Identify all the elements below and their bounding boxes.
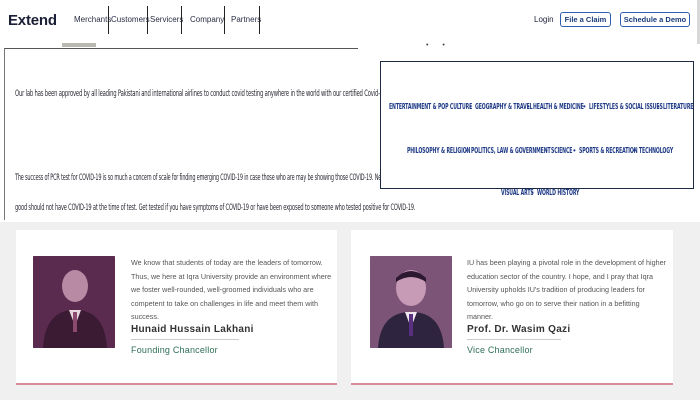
- category-separator: •: [633, 146, 636, 155]
- nav-link-company[interactable]: Company: [190, 15, 224, 24]
- leader-quote: We know that students of today are the l…: [131, 258, 332, 321]
- leader-name: Hunaid Hussain Lakhani: [131, 324, 254, 335]
- nav-divider: [259, 6, 260, 34]
- nav-link-partners[interactable]: Partners: [231, 15, 261, 24]
- category-visual-arts[interactable]: VISUAL ARTS: [501, 188, 534, 197]
- active-nav-indicator: [62, 43, 96, 47]
- leader-title: Founding Chancellor: [131, 345, 218, 355]
- news-text-line: The success of PCR test for COVID-19 is …: [15, 173, 426, 183]
- nav-divider: [181, 6, 182, 34]
- category-philosophy[interactable]: PHILOSOPHY & RELIGION: [407, 146, 470, 155]
- name-underline: [467, 339, 561, 340]
- category-separator: •: [545, 146, 548, 155]
- person-portrait-icon: [33, 256, 115, 348]
- login-link[interactable]: Login: [534, 15, 554, 24]
- top-navigation: Extend Merchants Customers Servicers Com…: [0, 0, 700, 47]
- category-separator: •: [527, 102, 530, 111]
- file-claim-button[interactable]: File a Claim: [560, 12, 611, 27]
- category-literature[interactable]: LITERATURE: [663, 102, 693, 111]
- category-entertainment[interactable]: ENTERTAINMENT & POP CULTURE: [389, 102, 472, 111]
- extend-logo[interactable]: Extend: [8, 12, 57, 29]
- category-geography[interactable]: GEOGRAPHY & TRAVEL: [475, 102, 533, 111]
- category-health[interactable]: HEALTH & MEDICINE: [533, 102, 584, 111]
- leader-name: Prof. Dr. Wasim Qazi: [467, 324, 571, 335]
- nav-divider: [224, 6, 225, 34]
- categories-panel: ENTERTAINMENT & POP CULTURE • GEOGRAPHY …: [380, 61, 694, 197]
- category-separator: •: [583, 102, 586, 111]
- category-separator: •: [657, 102, 660, 111]
- nav-divider: [147, 6, 148, 34]
- category-separator: •: [465, 146, 468, 155]
- category-separator: •: [573, 146, 576, 155]
- person-portrait-icon: [370, 256, 452, 348]
- category-world-history[interactable]: WORLD HISTORY: [537, 188, 579, 197]
- category-lifestyles[interactable]: LIFESTYLES & SOCIAL ISSUES: [589, 102, 663, 111]
- decorative-dots: • •: [426, 42, 451, 49]
- leader-quote: IU has been playing a pivotal role in th…: [467, 258, 666, 321]
- news-text-line: Our lab has been approved by all leading…: [15, 89, 399, 99]
- category-separator: •: [531, 188, 534, 197]
- category-politics[interactable]: POLITICS, LAW & GOVERNMENT: [471, 146, 551, 155]
- chancellor-photo: [33, 256, 115, 348]
- nav-divider: [108, 6, 109, 34]
- name-underline: [131, 339, 239, 340]
- category-technology[interactable]: TECHNOLOGY: [639, 146, 673, 155]
- nav-link-servicers[interactable]: Servicers: [150, 15, 183, 24]
- news-text-line: good should not have COVID-19 at the tim…: [15, 203, 416, 213]
- news-panel: Our lab has been approved by all leading…: [4, 48, 426, 220]
- nav-link-merchants[interactable]: Merchants: [74, 15, 111, 24]
- category-science[interactable]: SCIENCE: [551, 146, 572, 155]
- vice-chancellor-photo: [370, 256, 452, 348]
- category-separator: •: [469, 102, 472, 111]
- category-sports[interactable]: SPORTS & RECREATION: [579, 146, 638, 155]
- leader-title: Vice Chancellor: [467, 345, 533, 355]
- nav-link-customers[interactable]: Customers: [111, 15, 150, 24]
- schedule-demo-button[interactable]: Schedule a Demo: [620, 12, 690, 27]
